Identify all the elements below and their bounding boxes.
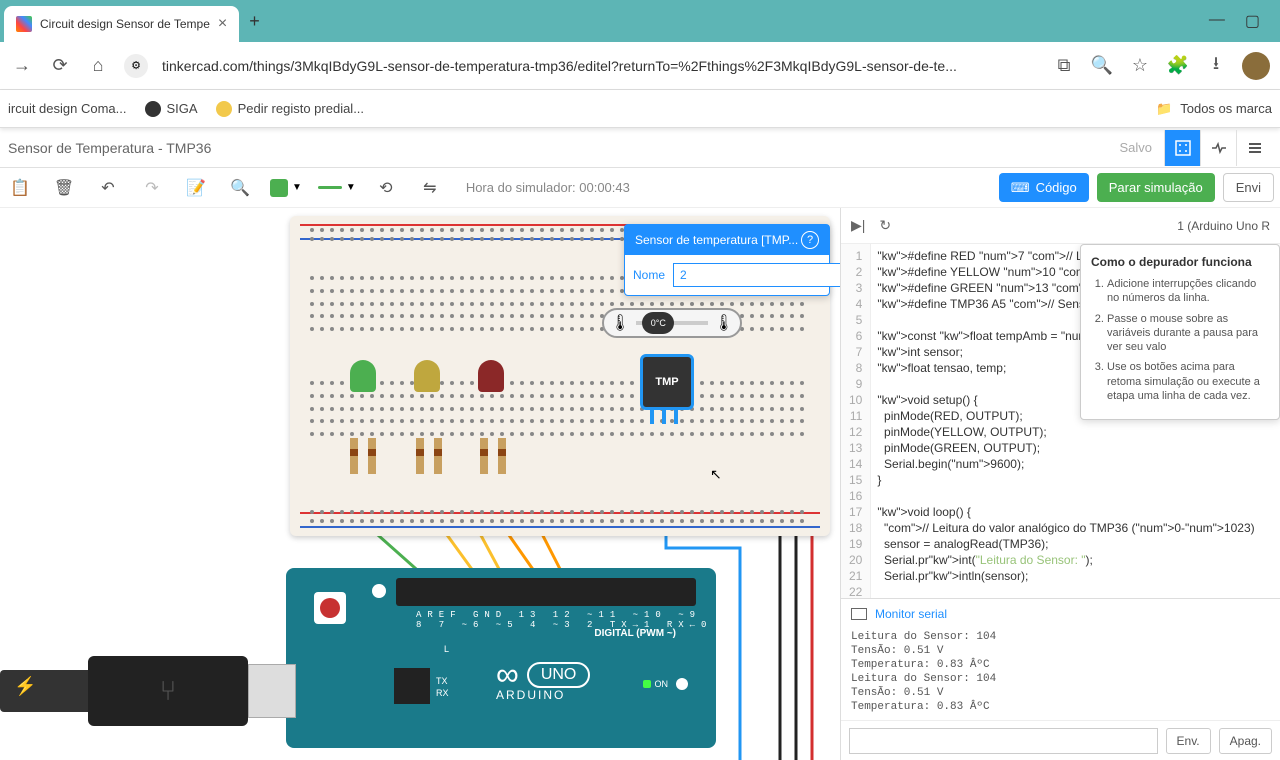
line-numbers[interactable]: 1234567891011121314151617181920212223 — [841, 244, 871, 598]
component-properties-popup: Sensor de temperatura [TMP... ? Nome — [624, 224, 830, 296]
cursor-icon: ↖ — [710, 466, 722, 483]
slider-thumb[interactable]: 0°C — [642, 312, 674, 334]
serial-output: Leitura do Sensor: 104 TensÃo: 0.51 V Te… — [841, 628, 1280, 720]
l-label: L — [444, 644, 449, 654]
save-status: Salvo — [1119, 140, 1152, 155]
inspect-icon[interactable]: 🔍 — [226, 174, 254, 202]
tab-title: Circuit design Sensor de Tempe — [40, 17, 210, 31]
view-list-button[interactable] — [1236, 130, 1272, 166]
step-icon[interactable]: ↻ — [879, 217, 891, 234]
usb-cable[interactable]: ⚡ ⑂ — [0, 646, 280, 736]
name-label: Nome — [633, 268, 665, 282]
wire-style-picker[interactable]: ▼ — [318, 182, 356, 193]
code-panel: ▶| ↻ 1 (Arduino Uno R 123456789101112131… — [840, 208, 1280, 760]
tmp36-sensor[interactable]: TMP — [640, 354, 694, 410]
site-info-icon[interactable]: ⚙ — [124, 54, 148, 78]
popup-title: Sensor de temperatura [TMP... — [635, 233, 798, 247]
url-bar[interactable]: tinkercad.com/things/3MkqIBdyG9L-sensor-… — [162, 58, 1038, 74]
stop-simulation-button[interactable]: Parar simulação — [1097, 173, 1215, 202]
resistor[interactable] — [416, 438, 424, 474]
resistor[interactable] — [498, 438, 506, 474]
reset-button[interactable] — [314, 592, 346, 624]
tmp-legs — [650, 410, 678, 424]
digital-label: DIGITAL (PWM ~) — [594, 628, 676, 639]
pin-labels: AREF GND 13 12 ~11 ~10 ~9 8 7 ~6 ~5 4 ~3… — [416, 610, 716, 630]
resistor[interactable] — [350, 438, 358, 474]
all-bookmarks-button[interactable]: 📁 Todos os marca — [1156, 101, 1272, 117]
arduino-name: ARDUINO — [496, 688, 565, 702]
redo-icon[interactable]: ↷ — [138, 174, 166, 202]
resistor[interactable] — [368, 438, 376, 474]
thermometer-hot-icon: 🌡 — [714, 313, 734, 333]
home-icon[interactable]: ⌂ — [86, 54, 110, 78]
lightning-icon: ⚡ — [14, 676, 36, 697]
debugger-step: Passe o mouse sobre as variáveis durante… — [1107, 312, 1269, 355]
serial-clear-button[interactable]: Apag. — [1219, 728, 1272, 754]
undo-icon[interactable]: ↶ — [94, 174, 122, 202]
folder-icon: 📁 — [1156, 101, 1172, 117]
usb-icon: ⑂ — [160, 675, 177, 707]
serial-input[interactable] — [849, 728, 1158, 754]
debugger-help-popup: Como o depurador funciona Adicione inter… — [1080, 244, 1280, 420]
mounting-hole — [372, 584, 386, 598]
open-new-icon[interactable]: ⧉ — [1052, 54, 1076, 78]
serial-monitor-icon — [851, 608, 867, 620]
name-input[interactable] — [673, 263, 840, 287]
bookmark-star-icon[interactable]: ☆ — [1128, 54, 1152, 78]
wire-color-picker[interactable]: ▼ — [270, 179, 302, 197]
browser-tab[interactable]: Circuit design Sensor de Tempe × — [4, 6, 239, 42]
temperature-slider[interactable]: 🌡 0°C 🌡 — [602, 308, 742, 338]
downloads-icon[interactable]: ⭳ — [1204, 54, 1228, 78]
minimize-icon[interactable]: ― — [1209, 11, 1225, 31]
resistor[interactable] — [434, 438, 442, 474]
send-button[interactable]: Envi — [1223, 173, 1274, 202]
delete-icon[interactable]: 🗑 — [50, 174, 78, 202]
paste-icon[interactable]: 📋 — [6, 174, 34, 202]
bookmark-item[interactable]: SIGA — [145, 101, 198, 117]
tab-favicon-icon — [16, 16, 32, 32]
profile-avatar[interactable] — [1242, 52, 1270, 80]
continue-icon[interactable]: ▶| — [851, 217, 865, 234]
debugger-step: Use os botões acima para retoma simulaçã… — [1107, 360, 1269, 403]
new-tab-button[interactable]: + — [249, 11, 260, 32]
on-indicator: ON — [643, 678, 689, 690]
resistor[interactable] — [480, 438, 488, 474]
notes-icon[interactable]: 📝 — [182, 174, 210, 202]
debugger-step: Adicione interrupções clicando no número… — [1107, 277, 1269, 306]
tab-close-icon[interactable]: × — [218, 15, 227, 33]
code-button[interactable]: ⌨Código — [999, 173, 1089, 202]
zoom-icon[interactable]: 🔍 — [1090, 54, 1114, 78]
thermometer-cold-icon: 🌡 — [610, 313, 630, 333]
rotate-icon[interactable]: ⟲ — [372, 174, 400, 202]
rx-label: RX — [436, 688, 449, 698]
device-selector[interactable]: 1 (Arduino Uno R — [1177, 219, 1270, 233]
view-circuit-button[interactable] — [1164, 130, 1200, 166]
tx-label: TX — [436, 676, 448, 686]
digital-headers[interactable] — [396, 578, 696, 606]
maximize-icon[interactable]: ▢ — [1245, 11, 1260, 31]
help-icon[interactable]: ? — [801, 231, 819, 249]
arduino-uno-board[interactable]: AREF GND 13 12 ~11 ~10 ~9 8 7 ~6 ~5 4 ~3… — [286, 568, 716, 748]
view-schematic-button[interactable] — [1200, 130, 1236, 166]
simulator-time: Hora do simulador: 00:00:43 — [466, 180, 630, 195]
serial-send-button[interactable]: Env. — [1166, 728, 1211, 754]
serial-monitor-title[interactable]: Monitor serial — [875, 607, 947, 621]
led-green[interactable] — [350, 360, 376, 392]
extensions-icon[interactable]: 🧩 — [1166, 54, 1190, 78]
bookmark-item[interactable]: ircuit design Coma... — [8, 101, 127, 116]
debugger-title: Como o depurador funciona — [1091, 255, 1269, 269]
mirror-icon[interactable]: ⇋ — [416, 174, 444, 202]
circuit-canvas[interactable]: 🌡 0°C 🌡 TMP Sensor de temperatura [TMP..… — [0, 208, 840, 760]
forward-icon[interactable]: → — [10, 54, 34, 78]
project-title[interactable]: Sensor de Temperatura - TMP36 — [8, 140, 211, 156]
reload-icon[interactable]: ⟳ — [48, 54, 72, 78]
code-icon: ⌨ — [1011, 180, 1030, 196]
chip — [394, 668, 430, 704]
led-yellow[interactable] — [414, 360, 440, 392]
bookmark-item[interactable]: Pedir registo predial... — [216, 101, 364, 117]
led-red[interactable] — [478, 360, 504, 392]
